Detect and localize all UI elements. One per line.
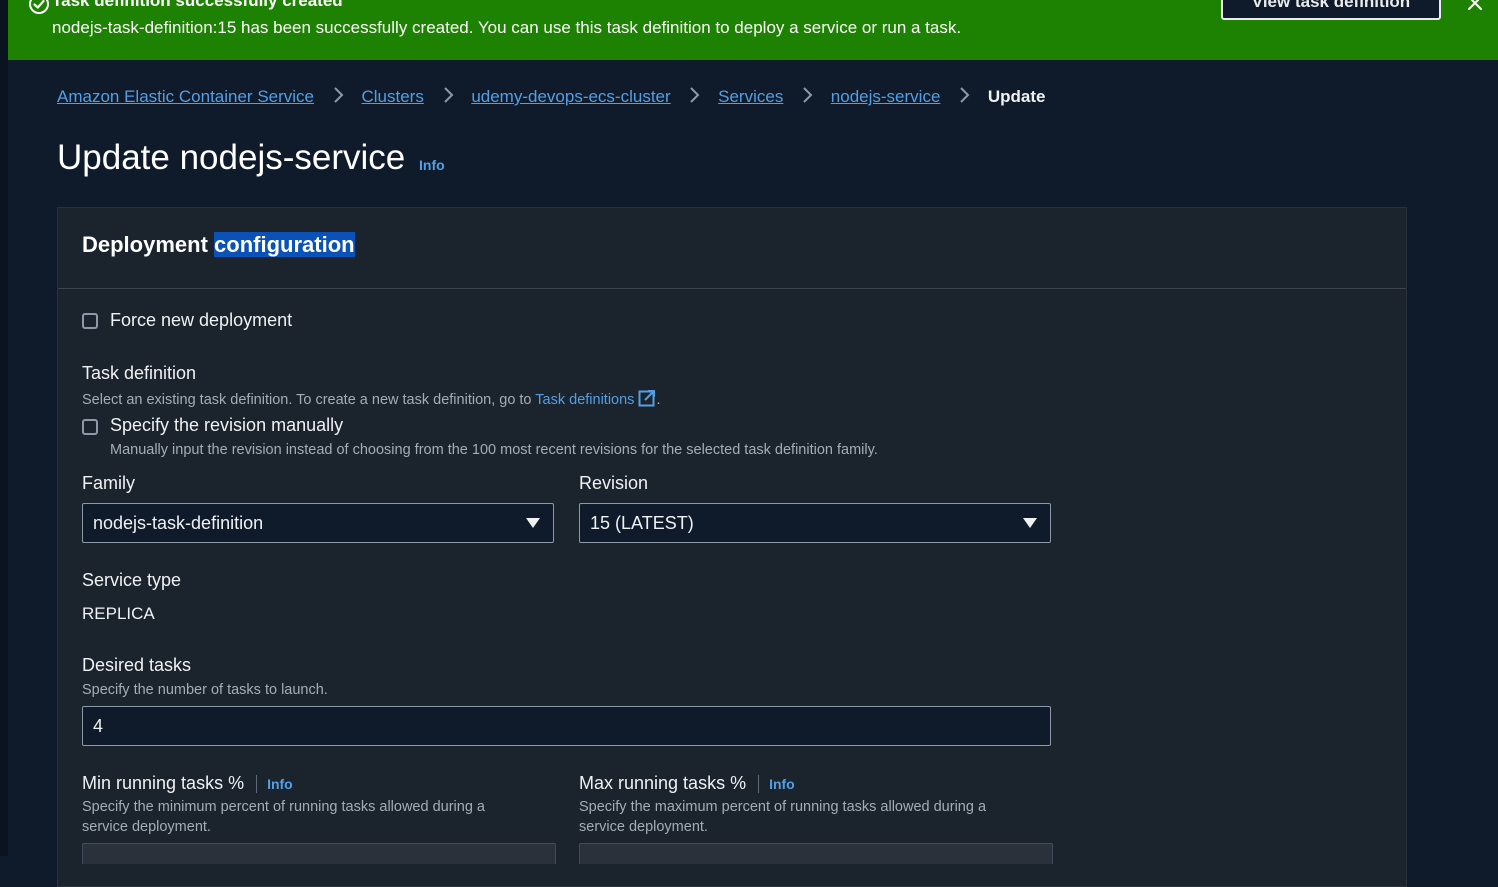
success-check-icon [29, 0, 49, 14]
family-select[interactable]: nodejs-task-definition [82, 503, 554, 543]
flash-message: nodejs-task-definition:15 has been succe… [52, 18, 962, 37]
task-definition-desc-text: Select an existing task definition. To c… [82, 392, 532, 408]
specify-revision-description: Manually input the revision instead of c… [110, 442, 878, 458]
caret-down-icon [1023, 518, 1037, 528]
chevron-right-icon [788, 86, 826, 109]
task-definition-label: Task definition [82, 363, 197, 383]
family-label: Family [82, 473, 135, 493]
breadcrumb-link-services[interactable]: Services [718, 87, 783, 106]
max-running-info-link[interactable]: Info [769, 776, 795, 792]
close-icon[interactable] [1466, 0, 1484, 12]
specify-revision-label[interactable]: Specify the revision manually [110, 415, 343, 436]
min-running-desc-line2: service deployment. [82, 819, 211, 835]
panel-heading-text: Deployment [82, 232, 208, 257]
task-definition-description: Select an existing task definition. To c… [82, 389, 660, 408]
flash-title: Task definition successfully created [52, 0, 343, 10]
chevron-right-icon [945, 86, 983, 109]
max-running-desc-line1: Specify the maximum percent of running t… [579, 799, 987, 815]
divider [758, 775, 760, 794]
desired-tasks-input[interactable]: 4 [82, 706, 1051, 746]
chevron-right-icon [319, 86, 357, 109]
divider [256, 775, 258, 794]
caret-down-icon [526, 518, 540, 528]
external-link-icon[interactable] [638, 389, 656, 407]
page-title: Update nodejs-service [57, 138, 406, 177]
desired-tasks-description: Specify the number of tasks to launch. [82, 682, 328, 698]
left-edge-strip [0, 0, 8, 856]
min-running-desc-line1: Specify the minimum percent of running t… [82, 799, 485, 815]
family-select-value: nodejs-task-definition [93, 513, 264, 533]
force-new-deployment-label[interactable]: Force new deployment [110, 310, 292, 331]
deployment-configuration-panel: Deployment configuration Force new deplo… [57, 207, 1407, 887]
success-flash-banner: Task definition successfully created nod… [8, 0, 1498, 60]
max-running-tasks-input[interactable] [579, 843, 1053, 864]
min-running-info-link[interactable]: Info [267, 776, 293, 792]
service-type-value: REPLICA [82, 604, 155, 623]
view-task-definition-button[interactable]: View task definition [1221, 0, 1441, 20]
breadcrumb: Amazon Elastic Container Service Cluster… [57, 86, 1046, 110]
panel-header: Deployment configuration [58, 208, 1406, 289]
breadcrumb-current: Update [987, 86, 1046, 106]
specify-revision-checkbox[interactable] [82, 419, 98, 435]
task-definitions-link[interactable]: Task definitions [535, 392, 634, 408]
chevron-right-icon [675, 86, 713, 109]
breadcrumb-link-cluster[interactable]: udemy-devops-ecs-cluster [471, 87, 670, 106]
service-type-label: Service type [82, 570, 182, 590]
chevron-right-icon [429, 86, 467, 109]
breadcrumb-link-ecs[interactable]: Amazon Elastic Container Service [57, 87, 314, 106]
force-new-deployment-checkbox[interactable] [82, 313, 98, 329]
min-running-tasks-heading: Min running tasks % Info [82, 773, 293, 794]
max-running-desc-line2: service deployment. [579, 819, 708, 835]
revision-select-value: 15 (LATEST) [590, 513, 694, 533]
max-running-tasks-label: Max running tasks % [579, 773, 747, 793]
revision-select[interactable]: 15 (LATEST) [579, 503, 1051, 543]
revision-label: Revision [579, 473, 649, 493]
panel-heading: Deployment configuration [82, 232, 355, 258]
breadcrumb-link-service[interactable]: nodejs-service [831, 87, 941, 106]
desired-tasks-label: Desired tasks [82, 655, 192, 675]
panel-heading-selected-text: configuration [214, 232, 355, 257]
min-running-tasks-label: Min running tasks % [82, 773, 245, 793]
breadcrumb-link-clusters[interactable]: Clusters [361, 87, 423, 106]
max-running-tasks-heading: Max running tasks % Info [579, 773, 795, 794]
min-running-tasks-input[interactable] [82, 843, 556, 864]
page-info-link[interactable]: Info [419, 157, 445, 173]
